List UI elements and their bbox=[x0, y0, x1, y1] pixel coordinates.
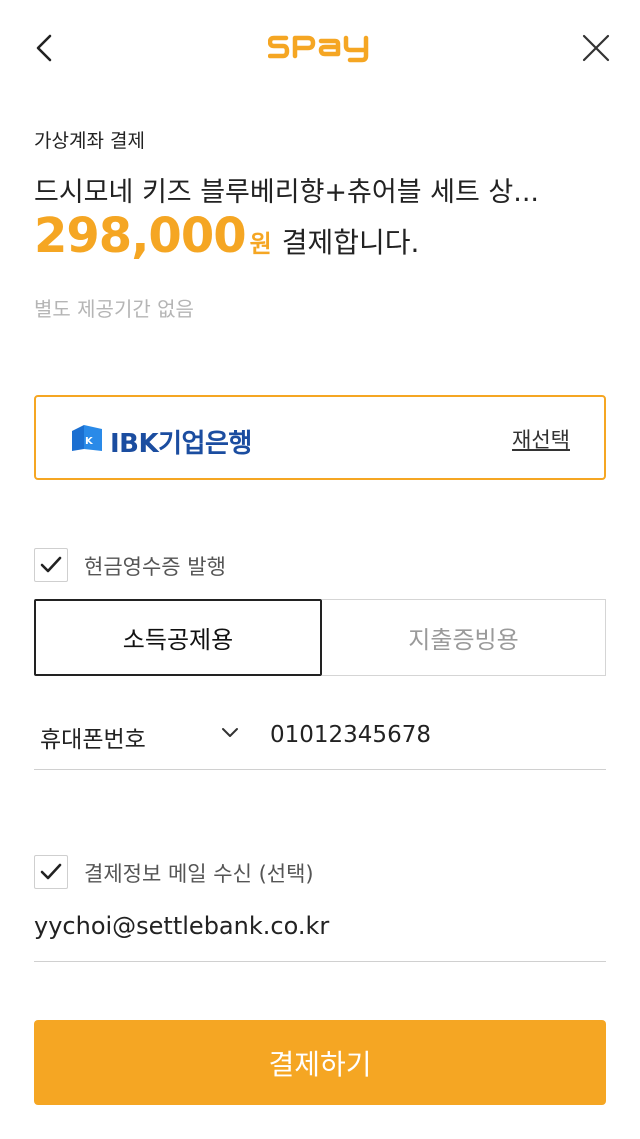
selected-bank-box[interactable]: K IBK기업은행 재선택 bbox=[34, 395, 606, 480]
ibk-bank-icon: K bbox=[72, 425, 102, 451]
receipt-type-segment: 소득공제용 지출증빙용 bbox=[34, 599, 606, 676]
email-receive-checkbox[interactable] bbox=[34, 855, 68, 889]
reselect-bank-link[interactable]: 재선택 bbox=[512, 424, 570, 454]
receipt-id-row: 휴대폰번호 bbox=[34, 705, 606, 770]
pay-button[interactable]: 결제하기 bbox=[34, 1020, 606, 1105]
currency-unit: 원 bbox=[249, 230, 272, 258]
pay-action-text: 결제합니다. bbox=[281, 226, 420, 259]
email-row bbox=[34, 900, 606, 962]
email-input[interactable] bbox=[34, 906, 594, 946]
id-type-select[interactable]: 휴대폰번호 bbox=[40, 718, 250, 754]
phone-number-input[interactable] bbox=[270, 715, 600, 755]
chevron-down-icon bbox=[222, 728, 238, 737]
cash-receipt-label: 현금영수증 발행 bbox=[84, 555, 226, 579]
cash-receipt-checkbox[interactable] bbox=[34, 548, 68, 582]
income-deduction-option[interactable]: 소득공제용 bbox=[34, 599, 322, 676]
check-icon bbox=[40, 863, 62, 880]
product-name: 드시모네 키즈 블루베리향+츄어블 세트 상... bbox=[34, 177, 539, 208]
expense-proof-option[interactable]: 지출증빙용 bbox=[322, 599, 606, 676]
email-receive-label: 결제정보 메일 수신 (선택) bbox=[84, 862, 314, 886]
header bbox=[0, 0, 640, 96]
payment-amount: 298,000 bbox=[34, 208, 247, 264]
svg-text:K: K bbox=[85, 436, 94, 447]
service-period-notice: 별도 제공기간 없음 bbox=[34, 297, 194, 321]
back-button[interactable] bbox=[24, 28, 64, 68]
amount-row: 298,000 원 결제합니다. bbox=[34, 208, 419, 268]
close-icon bbox=[582, 34, 610, 62]
id-type-label: 휴대폰번호 bbox=[40, 727, 146, 753]
payment-method-label: 가상계좌 결제 bbox=[34, 130, 145, 152]
chevron-left-icon bbox=[36, 34, 52, 62]
close-button[interactable] bbox=[576, 28, 616, 68]
check-icon bbox=[40, 556, 62, 573]
spay-logo bbox=[268, 35, 369, 63]
bank-name: IBK기업은행 bbox=[110, 429, 252, 459]
